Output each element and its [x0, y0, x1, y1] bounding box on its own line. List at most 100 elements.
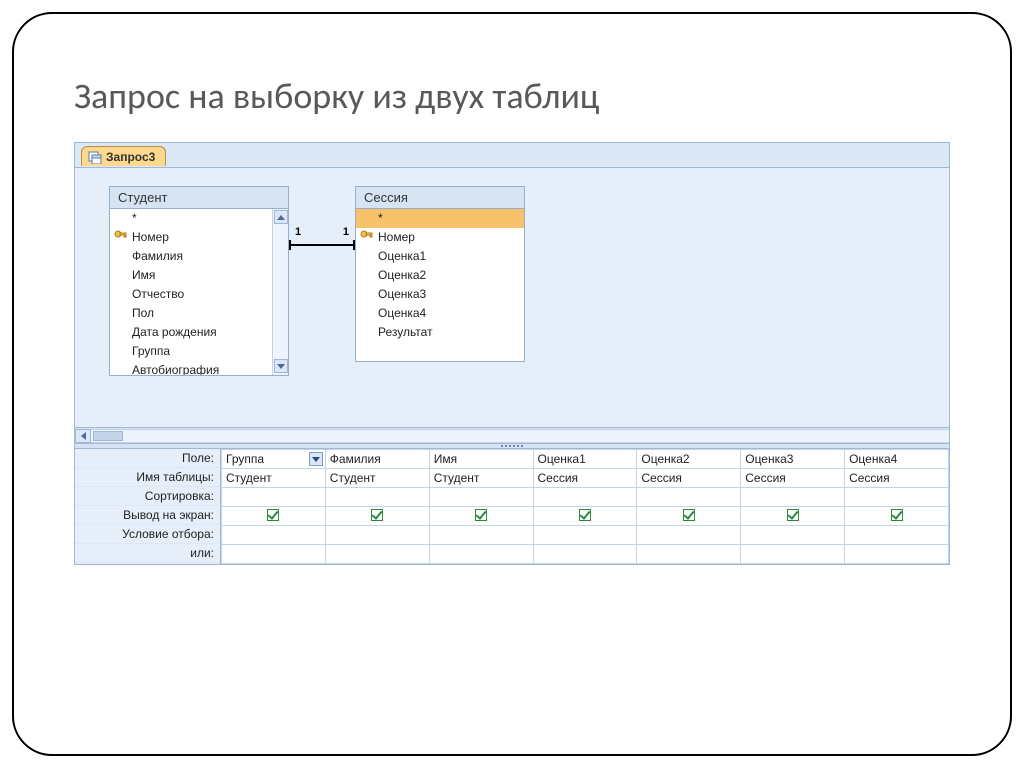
grid-cell-table[interactable]: Сессия [741, 469, 845, 488]
table-box-student[interactable]: Студент * Номер Фамилия Имя Отчество [109, 186, 289, 376]
grid-cell-table[interactable]: Студент [222, 469, 326, 488]
access-query-designer: Запрос3 Студент * Номер Фамил [74, 142, 950, 565]
relationship-link[interactable]: 1 1 [289, 238, 355, 250]
grid-cell-criteria[interactable] [533, 526, 637, 545]
field-item[interactable]: Дата рождения [110, 323, 288, 342]
grid-cell-criteria[interactable] [429, 526, 533, 545]
grid-cell-or[interactable] [325, 545, 429, 564]
relationship-canvas[interactable]: Студент * Номер Фамилия Имя Отчество [75, 167, 949, 427]
slide-title: Запрос на выборку из двух таблиц [74, 74, 950, 118]
grid-cell-or[interactable] [222, 545, 326, 564]
grid-cell-or[interactable] [533, 545, 637, 564]
scrollbar-vertical[interactable] [272, 209, 288, 375]
table-field-list-student: * Номер Фамилия Имя Отчество Пол Дата ро… [110, 209, 288, 375]
field-item[interactable]: Автобиография [110, 361, 288, 375]
checkbox-checked-icon [475, 509, 487, 521]
grid-cell-sort[interactable] [325, 488, 429, 507]
grid-cell-sort[interactable] [429, 488, 533, 507]
grid-cell-sort[interactable] [637, 488, 741, 507]
grid-cell-or[interactable] [845, 545, 949, 564]
dropdown-arrow-icon[interactable] [309, 452, 323, 466]
grid-cell-show[interactable] [637, 507, 741, 526]
grid-cell-show[interactable] [325, 507, 429, 526]
grid-cell-field[interactable]: Оценка3 [741, 450, 845, 469]
grid-cell-field[interactable]: Имя [429, 450, 533, 469]
grid-cell-field[interactable]: Фамилия [325, 450, 429, 469]
grid-cell-sort[interactable] [845, 488, 949, 507]
relationship-right-cardinality: 1 [343, 226, 349, 238]
grid-cell-criteria[interactable] [741, 526, 845, 545]
field-item[interactable]: Группа [110, 342, 288, 361]
grid-cell-sort[interactable] [222, 488, 326, 507]
grid-cell-show[interactable] [429, 507, 533, 526]
field-item[interactable]: Оценка1 [356, 247, 524, 266]
grid-cell-show[interactable] [222, 507, 326, 526]
grid-cell-field[interactable]: Оценка4 [845, 450, 949, 469]
field-item[interactable]: * [110, 209, 288, 228]
grid-cell-or[interactable] [637, 545, 741, 564]
grid-cell-show[interactable] [845, 507, 949, 526]
checkbox-checked-icon [787, 509, 799, 521]
grid-cell-criteria[interactable] [222, 526, 326, 545]
grid-cell-table[interactable]: Сессия [533, 469, 637, 488]
field-item[interactable]: Номер [110, 228, 288, 247]
field-item[interactable]: * [356, 209, 524, 228]
checkbox-checked-icon [267, 509, 279, 521]
field-item[interactable]: Результат [356, 323, 524, 342]
splitter-grip-icon [492, 445, 532, 448]
checkbox-checked-icon [683, 509, 695, 521]
tab-label: Запрос3 [106, 150, 155, 164]
row-label-show: Вывод на экран: [75, 506, 220, 525]
query-icon [88, 150, 102, 164]
grid-cell-sort[interactable] [741, 488, 845, 507]
canvas-horizontal-scrollbar[interactable] [75, 427, 949, 443]
grid-cell-sort[interactable] [533, 488, 637, 507]
grid-cell-table[interactable]: Студент [429, 469, 533, 488]
field-item[interactable]: Оценка3 [356, 285, 524, 304]
row-label-or: или: [75, 544, 220, 563]
field-item[interactable]: Имя [110, 266, 288, 285]
checkbox-checked-icon [891, 509, 903, 521]
grid-cell-criteria[interactable] [845, 526, 949, 545]
grid-cell-or[interactable] [429, 545, 533, 564]
field-item[interactable]: Фамилия [110, 247, 288, 266]
grid-cell-table[interactable]: Сессия [845, 469, 949, 488]
field-item[interactable]: Пол [110, 304, 288, 323]
primary-key-icon [114, 230, 127, 243]
grid-row-labels: Поле: Имя таблицы: Сортировка: Вывод на … [75, 449, 221, 564]
checkbox-checked-icon [579, 509, 591, 521]
field-item[interactable]: Номер [356, 228, 524, 247]
grid-cell-table[interactable]: Сессия [637, 469, 741, 488]
field-item[interactable]: Отчество [110, 285, 288, 304]
row-label-criteria: Условие отбора: [75, 525, 220, 544]
scroll-left-button[interactable] [75, 429, 91, 443]
scroll-down-button[interactable] [274, 359, 288, 373]
grid-cell-field[interactable]: Оценка2 [637, 450, 741, 469]
grid-cell-table[interactable]: Студент [325, 469, 429, 488]
grid-cell-or[interactable] [741, 545, 845, 564]
field-item[interactable]: Оценка2 [356, 266, 524, 285]
query-design-grid: Поле: Имя таблицы: Сортировка: Вывод на … [75, 449, 949, 564]
scroll-thumb[interactable] [93, 431, 123, 441]
table-box-session[interactable]: Сессия * Номер Оценка1 Оценка2 Оценка3 [355, 186, 525, 362]
grid-cell-show[interactable] [533, 507, 637, 526]
relationship-left-cardinality: 1 [295, 226, 301, 238]
pane-splitter[interactable] [75, 443, 949, 449]
grid-cell-criteria[interactable] [325, 526, 429, 545]
table-field-list-session: * Номер Оценка1 Оценка2 Оценка3 Оценка4 … [356, 209, 524, 361]
grid-cell-field[interactable]: Группа [222, 450, 326, 469]
field-item[interactable]: Оценка4 [356, 304, 524, 323]
grid-cell-field[interactable]: Оценка1 [533, 450, 637, 469]
cell-text: Группа [226, 452, 264, 466]
scroll-track[interactable] [91, 429, 949, 443]
field-label: Номер [378, 230, 415, 244]
table-title-session: Сессия [356, 187, 524, 209]
table-title-student: Студент [110, 187, 288, 209]
grid-cell-show[interactable] [741, 507, 845, 526]
grid-cell-criteria[interactable] [637, 526, 741, 545]
query-tab[interactable]: Запрос3 [81, 146, 166, 166]
scroll-up-button[interactable] [274, 210, 288, 224]
row-label-sort: Сортировка: [75, 487, 220, 506]
checkbox-checked-icon [371, 509, 383, 521]
row-label-field: Поле: [75, 449, 220, 468]
